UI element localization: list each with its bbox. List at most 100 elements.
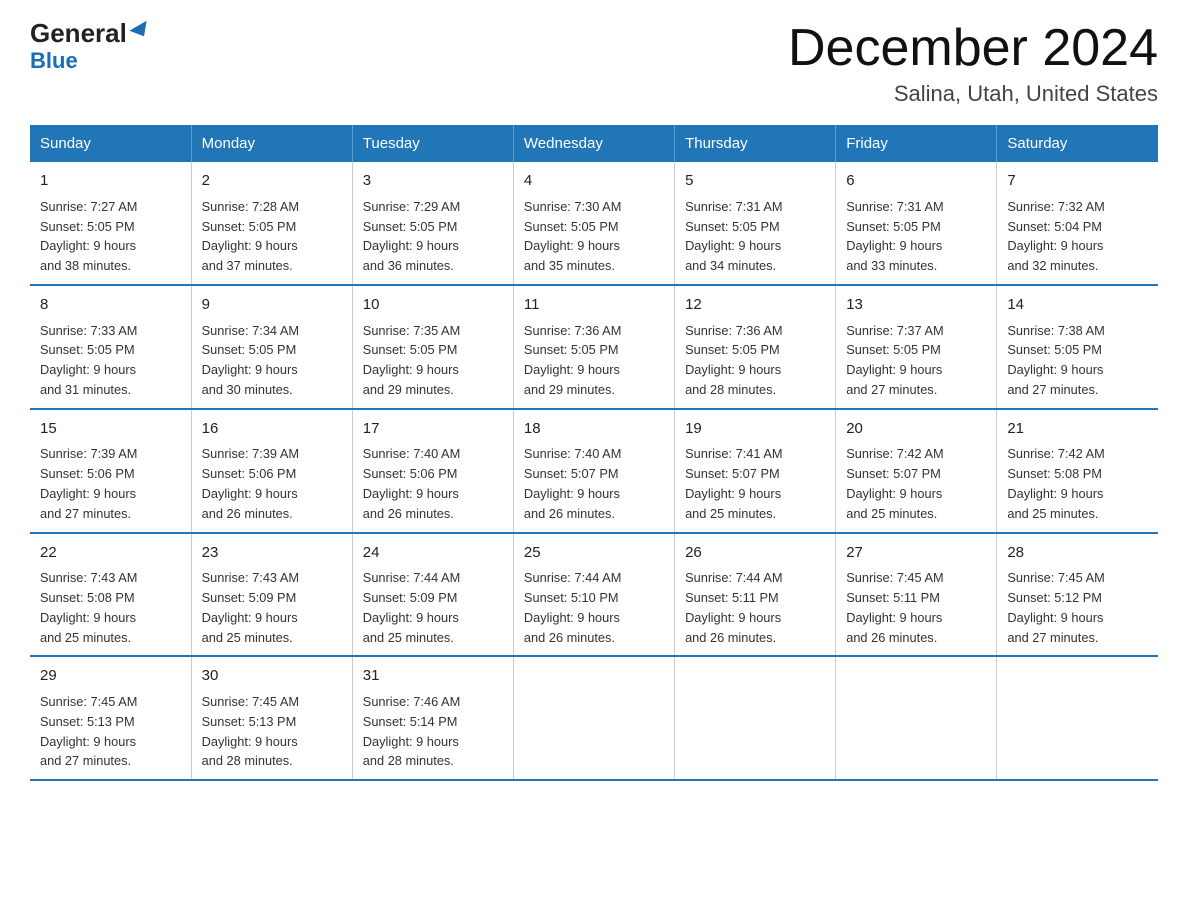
day-number: 31 [363,665,503,688]
day-info: Sunrise: 7:40 AMSunset: 5:06 PMDaylight:… [363,444,503,523]
day-number: 6 [846,170,986,193]
calendar-cell: 14 Sunrise: 7:38 AMSunset: 5:05 PMDayligh… [997,285,1158,409]
day-number: 4 [524,170,664,193]
day-info: Sunrise: 7:42 AMSunset: 5:07 PMDaylight:… [846,444,986,523]
calendar-table: SundayMondayTuesdayWednesdayThursdayFrid… [30,125,1158,781]
day-number: 15 [40,418,181,441]
day-info: Sunrise: 7:36 AMSunset: 5:05 PMDaylight:… [685,321,825,400]
day-info: Sunrise: 7:39 AMSunset: 5:06 PMDaylight:… [202,444,342,523]
day-number: 20 [846,418,986,441]
calendar-cell: 15 Sunrise: 7:39 AMSunset: 5:06 PMDayligh… [30,409,191,533]
day-info: Sunrise: 7:39 AMSunset: 5:06 PMDaylight:… [40,444,181,523]
calendar-cell [836,656,997,780]
calendar-week-row: 29 Sunrise: 7:45 AMSunset: 5:13 PMDayligh… [30,656,1158,780]
day-info: Sunrise: 7:29 AMSunset: 5:05 PMDaylight:… [363,197,503,276]
day-info: Sunrise: 7:28 AMSunset: 5:05 PMDaylight:… [202,197,342,276]
day-info: Sunrise: 7:45 AMSunset: 5:13 PMDaylight:… [40,692,181,771]
day-info: Sunrise: 7:31 AMSunset: 5:05 PMDaylight:… [846,197,986,276]
calendar-week-row: 8 Sunrise: 7:33 AMSunset: 5:05 PMDaylight… [30,285,1158,409]
day-info: Sunrise: 7:45 AMSunset: 5:12 PMDaylight:… [1007,568,1148,647]
calendar-subtitle: Salina, Utah, United States [788,81,1158,107]
day-info: Sunrise: 7:43 AMSunset: 5:08 PMDaylight:… [40,568,181,647]
calendar-cell: 19 Sunrise: 7:41 AMSunset: 5:07 PMDayligh… [675,409,836,533]
day-number: 5 [685,170,825,193]
col-header-tuesday: Tuesday [352,125,513,162]
day-number: 10 [363,294,503,317]
day-info: Sunrise: 7:34 AMSunset: 5:05 PMDaylight:… [202,321,342,400]
calendar-cell: 29 Sunrise: 7:45 AMSunset: 5:13 PMDayligh… [30,656,191,780]
day-info: Sunrise: 7:41 AMSunset: 5:07 PMDaylight:… [685,444,825,523]
calendar-header-row: SundayMondayTuesdayWednesdayThursdayFrid… [30,125,1158,162]
calendar-cell: 7 Sunrise: 7:32 AMSunset: 5:04 PMDaylight… [997,162,1158,285]
page-header: General Blue December 2024 Salina, Utah,… [30,20,1158,107]
day-info: Sunrise: 7:32 AMSunset: 5:04 PMDaylight:… [1007,197,1148,276]
calendar-cell: 16 Sunrise: 7:39 AMSunset: 5:06 PMDayligh… [191,409,352,533]
calendar-cell: 20 Sunrise: 7:42 AMSunset: 5:07 PMDayligh… [836,409,997,533]
calendar-cell: 11Sunrise: 7:36 AMSunset: 5:05 PMDayligh… [513,285,674,409]
day-info: Sunrise: 7:45 AMSunset: 5:13 PMDaylight:… [202,692,342,771]
calendar-cell: 27 Sunrise: 7:45 AMSunset: 5:11 PMDayligh… [836,533,997,657]
logo-arrow-icon [129,21,152,41]
calendar-cell: 4 Sunrise: 7:30 AMSunset: 5:05 PMDaylight… [513,162,674,285]
calendar-week-row: 22Sunrise: 7:43 AMSunset: 5:08 PMDayligh… [30,533,1158,657]
day-info: Sunrise: 7:40 AMSunset: 5:07 PMDaylight:… [524,444,664,523]
calendar-cell: 17 Sunrise: 7:40 AMSunset: 5:06 PMDayligh… [352,409,513,533]
day-number: 11 [524,294,664,317]
calendar-cell: 25 Sunrise: 7:44 AMSunset: 5:10 PMDayligh… [513,533,674,657]
day-number: 29 [40,665,181,688]
col-header-thursday: Thursday [675,125,836,162]
day-number: 12 [685,294,825,317]
day-info: Sunrise: 7:38 AMSunset: 5:05 PMDaylight:… [1007,321,1148,400]
day-info: Sunrise: 7:44 AMSunset: 5:09 PMDaylight:… [363,568,503,647]
col-header-monday: Monday [191,125,352,162]
day-number: 21 [1007,418,1148,441]
calendar-cell: 18 Sunrise: 7:40 AMSunset: 5:07 PMDayligh… [513,409,674,533]
day-info: Sunrise: 7:30 AMSunset: 5:05 PMDaylight:… [524,197,664,276]
day-info: Sunrise: 7:31 AMSunset: 5:05 PMDaylight:… [685,197,825,276]
day-number: 16 [202,418,342,441]
day-info: Sunrise: 7:46 AMSunset: 5:14 PMDaylight:… [363,692,503,771]
calendar-cell: 8 Sunrise: 7:33 AMSunset: 5:05 PMDaylight… [30,285,191,409]
day-info: Sunrise: 7:33 AMSunset: 5:05 PMDaylight:… [40,321,181,400]
calendar-cell: 13 Sunrise: 7:37 AMSunset: 5:05 PMDayligh… [836,285,997,409]
calendar-cell: 10Sunrise: 7:35 AMSunset: 5:05 PMDayligh… [352,285,513,409]
day-number: 25 [524,542,664,565]
calendar-week-row: 1 Sunrise: 7:27 AMSunset: 5:05 PMDaylight… [30,162,1158,285]
day-number: 18 [524,418,664,441]
calendar-cell: 9Sunrise: 7:34 AMSunset: 5:05 PMDaylight… [191,285,352,409]
calendar-title: December 2024 [788,20,1158,77]
calendar-cell: 22Sunrise: 7:43 AMSunset: 5:08 PMDayligh… [30,533,191,657]
col-header-friday: Friday [836,125,997,162]
col-header-sunday: Sunday [30,125,191,162]
calendar-cell [675,656,836,780]
day-number: 8 [40,294,181,317]
logo-sub-text: Blue [30,48,78,74]
calendar-cell: 28Sunrise: 7:45 AMSunset: 5:12 PMDayligh… [997,533,1158,657]
calendar-cell: 2 Sunrise: 7:28 AMSunset: 5:05 PMDaylight… [191,162,352,285]
day-info: Sunrise: 7:45 AMSunset: 5:11 PMDaylight:… [846,568,986,647]
day-info: Sunrise: 7:44 AMSunset: 5:10 PMDaylight:… [524,568,664,647]
day-info: Sunrise: 7:43 AMSunset: 5:09 PMDaylight:… [202,568,342,647]
calendar-cell [513,656,674,780]
calendar-cell: 23 Sunrise: 7:43 AMSunset: 5:09 PMDayligh… [191,533,352,657]
calendar-cell: 5 Sunrise: 7:31 AMSunset: 5:05 PMDaylight… [675,162,836,285]
calendar-cell: 31 Sunrise: 7:46 AMSunset: 5:14 PMDayligh… [352,656,513,780]
calendar-cell: 3Sunrise: 7:29 AMSunset: 5:05 PMDaylight… [352,162,513,285]
day-number: 14 [1007,294,1148,317]
calendar-cell: 30Sunrise: 7:45 AMSunset: 5:13 PMDayligh… [191,656,352,780]
day-number: 13 [846,294,986,317]
day-number: 19 [685,418,825,441]
day-info: Sunrise: 7:44 AMSunset: 5:11 PMDaylight:… [685,568,825,647]
day-number: 1 [40,170,181,193]
day-info: Sunrise: 7:37 AMSunset: 5:05 PMDaylight:… [846,321,986,400]
day-number: 17 [363,418,503,441]
day-number: 7 [1007,170,1148,193]
day-number: 2 [202,170,342,193]
calendar-cell: 1 Sunrise: 7:27 AMSunset: 5:05 PMDaylight… [30,162,191,285]
day-number: 27 [846,542,986,565]
day-number: 23 [202,542,342,565]
calendar-cell [997,656,1158,780]
day-info: Sunrise: 7:27 AMSunset: 5:05 PMDaylight:… [40,197,181,276]
col-header-saturday: Saturday [997,125,1158,162]
title-block: December 2024 Salina, Utah, United State… [788,20,1158,107]
